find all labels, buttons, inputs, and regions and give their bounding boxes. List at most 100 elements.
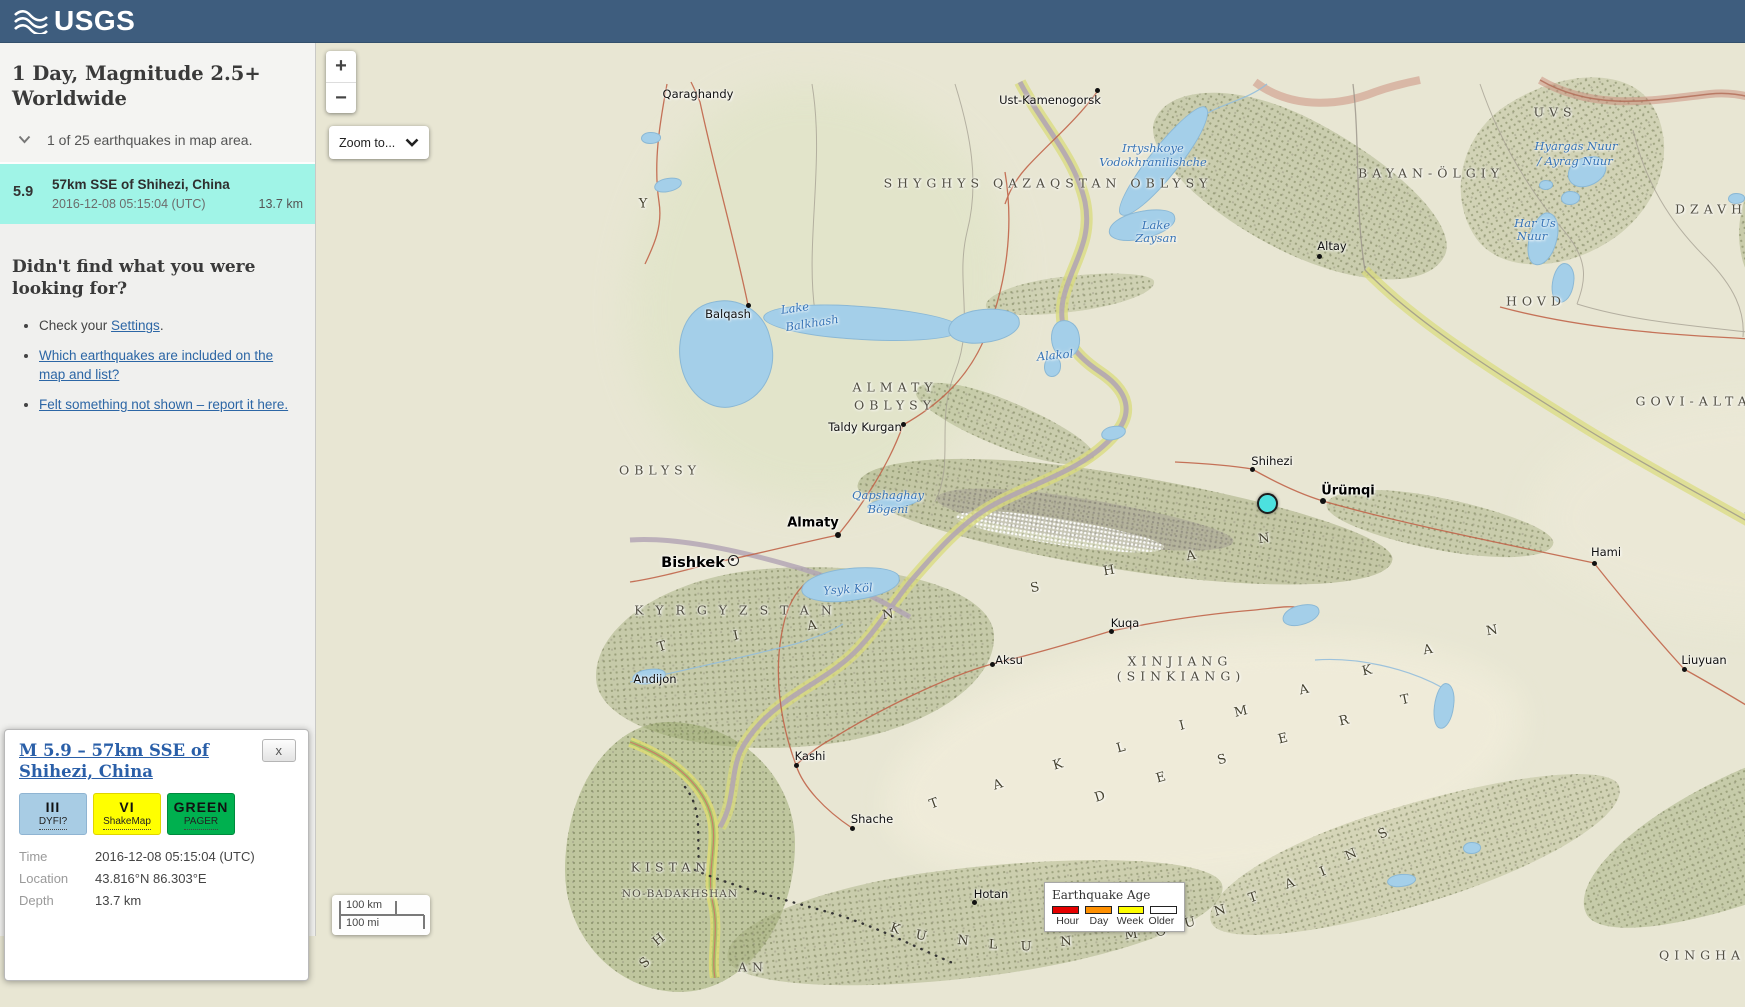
scale-bar: 100 km 100 mi (332, 895, 430, 935)
city-dot (850, 826, 855, 831)
map-label: Balkhash (784, 312, 839, 334)
logo-text: USGS (54, 5, 135, 37)
map-label: U (1183, 914, 1197, 931)
map-label: T (1399, 692, 1411, 708)
usgs-logo[interactable]: USGS (13, 5, 135, 37)
lake-shape (1099, 424, 1126, 442)
map-label: Nuur (1517, 229, 1547, 243)
border-russia-mongolia (1540, 80, 1745, 122)
city-dot (835, 532, 841, 538)
terrain-patch (954, 503, 1165, 562)
border-line (630, 742, 715, 978)
count-row[interactable]: 1 of 25 earthquakes in map area. (12, 132, 303, 148)
terrain-patch (934, 476, 1237, 564)
map-label: D (1093, 788, 1107, 805)
border-line (1540, 80, 1745, 122)
map-city-label: Ürümqi (1321, 484, 1375, 499)
map-city-label: Balqash (705, 307, 751, 321)
lake-shape (1539, 180, 1553, 190)
map-label: U (1021, 940, 1032, 955)
zoom-in-button[interactable]: + (326, 51, 356, 83)
map-label: S (637, 955, 654, 972)
border-tajik-green (630, 742, 715, 978)
map-label: KYRGYZSTAN (634, 603, 844, 618)
help-link[interactable]: Settings (111, 318, 160, 333)
map-city-label: Qaraghandy (663, 87, 734, 101)
legend-label: Older (1146, 915, 1177, 927)
badge-label: DYFI? (39, 815, 67, 830)
terrain-patch (1535, 402, 1745, 622)
lake-shape (1728, 193, 1745, 204)
map-label: N (1343, 846, 1359, 864)
lake-shape (1386, 872, 1416, 887)
terrain-patch (1322, 477, 1558, 572)
lake-shape (946, 305, 1021, 346)
count-text: 1 of 25 earthquakes in map area. (47, 132, 252, 148)
scale-km-label: 100 km (346, 899, 382, 911)
map-label: / Ayrag Nuur (1537, 154, 1613, 168)
map-labels-layer: Qaraghandy Ust-Kamenogorsk Y SHYGHYS QAZAQS… (315, 42, 1745, 978)
map-city-label: Hami (1591, 545, 1621, 559)
city-dot (1320, 498, 1326, 504)
usgs-wave-icon (13, 8, 49, 34)
close-button[interactable]: x (262, 739, 297, 762)
lake-shape (1561, 191, 1580, 205)
lake-shape (1106, 204, 1178, 246)
terrain-patch (983, 266, 1156, 322)
zoom-out-button[interactable]: − (326, 83, 356, 113)
map-label: A (1298, 682, 1311, 699)
map-label: XINJIANG (1128, 654, 1233, 669)
map-label: L (988, 937, 997, 952)
badge-value: VI (119, 799, 134, 815)
zoom-to-dropdown[interactable]: Zoom to... (329, 126, 429, 159)
terrain-patch (565, 722, 795, 992)
map-label: HOVD (1506, 294, 1566, 309)
event-title-link[interactable]: M 5.9 – 57km SSE of Shihezi, China (19, 740, 244, 782)
city-dot (972, 900, 977, 905)
detail-label: Time (19, 849, 95, 864)
legend-label: Week (1115, 915, 1146, 927)
map-viewport[interactable]: Qaraghandy Ust-Kamenogorsk Y SHYGHYS QAZAQS… (315, 42, 1745, 936)
detail-value: 13.7 km (95, 893, 141, 908)
map-label: H (650, 931, 668, 950)
badge-value: III (46, 799, 61, 815)
earthquake-list: 5.957km SSE of Shihezi, China2016-12-08 … (0, 162, 315, 224)
map-label: QINGHAI (1659, 948, 1745, 963)
city-dot (901, 422, 906, 427)
map-city-label: Ust-Kamenogorsk (999, 93, 1101, 107)
map-label: Y (639, 197, 648, 212)
map-city-label: Bishkek (661, 555, 725, 571)
map-label: SHYGHYS QAZAQSTAN OBLYSY (884, 176, 1213, 191)
lake-shape (1523, 209, 1563, 268)
city-dot (1109, 629, 1114, 634)
map-label: E (1277, 731, 1290, 748)
map-label: (SINKIANG) (1117, 669, 1245, 684)
map-label: K (888, 920, 902, 937)
event-popup: M 5.9 – 57km SSE of Shihezi, China x III… (4, 729, 309, 981)
impact-badge-shakemap[interactable]: VIShakeMap (93, 793, 161, 835)
map-label: ALMATY (852, 380, 937, 395)
terrain-patch (908, 367, 1101, 481)
terrain-patch (851, 433, 1399, 611)
badge-label: ShakeMap (103, 815, 151, 830)
zoom-control: + − (326, 51, 356, 113)
impact-badge-pager[interactable]: GREENPAGER (167, 793, 235, 835)
terrain-patch (1558, 667, 1745, 966)
lake-shape (1563, 151, 1611, 192)
badge-label: PAGER (184, 815, 218, 830)
earthquake-marker[interactable] (1257, 493, 1278, 514)
map-city-label: Kuqa (1111, 616, 1140, 630)
borders-roads-layer (315, 42, 1745, 978)
city-dot (1317, 254, 1322, 259)
map-label: Lake (1142, 218, 1170, 232)
map-label: Hyargas Nuur (1534, 139, 1617, 153)
map-label: R (1338, 713, 1351, 730)
map-label: N (1485, 623, 1499, 640)
help-link[interactable]: Which earthquakes are included on the ma… (39, 348, 273, 383)
impact-badge-dyfi[interactable]: IIIDYFI? (19, 793, 87, 835)
earthquake-list-item[interactable]: 5.957km SSE of Shihezi, China2016-12-08 … (0, 162, 315, 224)
lake-shape (1110, 98, 1218, 224)
help-link[interactable]: Felt something not shown – report it her… (39, 397, 288, 412)
map-label: H (1102, 563, 1116, 580)
city-dot (1592, 561, 1597, 566)
